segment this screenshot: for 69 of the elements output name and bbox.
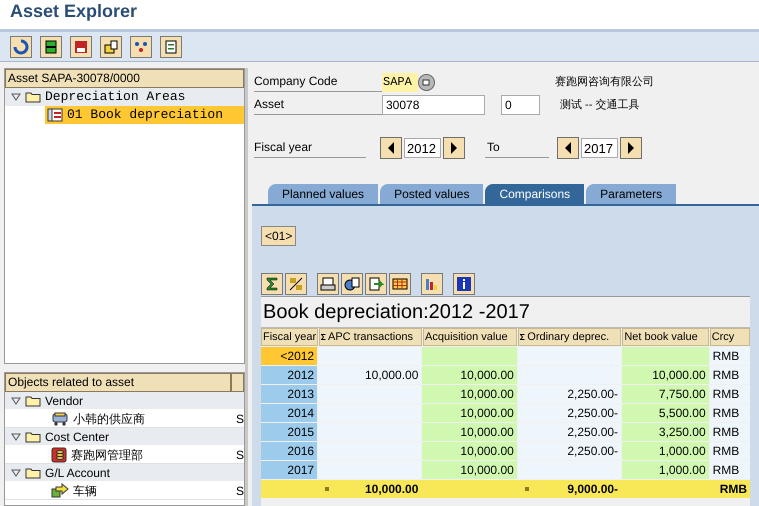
tree-node[interactable]: Vendor [5, 392, 244, 410]
table-cell: RMB [710, 404, 750, 422]
table-cell[interactable]: <2012 [261, 347, 318, 365]
table-cell: 1,000.00 [622, 461, 709, 479]
column-header[interactable]: Net book value [622, 328, 709, 346]
field-label: Fiscal year [254, 138, 366, 158]
tree-cell-text: S [234, 446, 244, 464]
table-cell: RMB [710, 423, 750, 441]
tree-header: Asset SAPA-30078/0000 [5, 69, 244, 88]
tab[interactable]: Comparisons [485, 184, 584, 204]
table-cell: 10,000.00 [422, 404, 517, 422]
table-cell: RMB [710, 442, 750, 460]
from-year-field[interactable]: 2012 [404, 138, 441, 158]
table-cell[interactable]: 2014 [261, 404, 318, 422]
asset-description: 测试 -- 交通工具 [560, 98, 640, 113]
report-title: Book depreciation:2012 -2017 [262, 300, 531, 325]
table-cell: 10,000.00 [622, 366, 709, 384]
table-cell: RMB [710, 366, 750, 384]
tab[interactable]: Parameters [586, 184, 676, 204]
table-cell: RMB [710, 385, 750, 403]
sub-number-field[interactable]: 0 [501, 95, 540, 115]
table-cell: 7,750.00 [622, 385, 709, 403]
table-cell: 1,000.00 [622, 442, 709, 460]
company-code-field[interactable]: SAPA [382, 72, 418, 92]
table-cell[interactable]: 2013 [261, 385, 318, 403]
total-cell-text: 9,000.00- [567, 481, 618, 498]
tree-item[interactable]: 车辆 [5, 482, 230, 500]
window-title: Asset Explorer [10, 0, 138, 23]
area-button[interactable]: <01> [261, 226, 296, 246]
column-header[interactable]: Crcy [710, 328, 750, 346]
table-cell: 2,250.00- [518, 385, 622, 403]
to-year-field[interactable]: 2017 [581, 138, 618, 158]
table-cell: RMB [710, 347, 750, 365]
tab[interactable]: Planned values [268, 184, 378, 204]
table-cell: 10,000.00 [422, 461, 517, 479]
table-cell: 2,250.00- [518, 404, 622, 422]
tab[interactable]: Posted values [380, 184, 484, 204]
table-cell: 10,000.00 [422, 442, 517, 460]
tree-header: Objects related to asset [5, 373, 231, 392]
tree-item[interactable]: 小韩的供应商 [5, 410, 230, 428]
column-header[interactable]: Acquisition value [423, 328, 518, 346]
table-cell: 2,250.00- [518, 442, 622, 460]
table-cell[interactable]: 2012 [261, 366, 318, 384]
field-label: To [485, 138, 549, 158]
table-cell: 10,000.00 [422, 385, 517, 403]
table-cell: 10,000.00 [422, 423, 517, 441]
column-header[interactable]: Fiscal year [261, 328, 318, 346]
total-cell-text: 10,000.00 [364, 481, 418, 498]
column-header[interactable]: APC transactions [319, 328, 422, 346]
table-cell: 10,000.00 [422, 366, 517, 384]
table-cell: RMB [710, 461, 750, 479]
asset-field[interactable]: 30078 [382, 95, 485, 115]
tree-cell-text: S [234, 410, 244, 428]
table-cell[interactable]: 2016 [261, 442, 318, 460]
table-cell: 5,500.00 [622, 404, 709, 422]
table-cell: 3,250.00 [622, 423, 709, 441]
table-cell: 10,000.00 [318, 366, 422, 384]
column-header[interactable]: Ordinary deprec. [518, 328, 622, 346]
tree-item[interactable]: 01 Book depreciation [45, 106, 244, 124]
table-cell[interactable]: 2015 [261, 423, 318, 441]
table-cell: 2,250.00- [518, 423, 622, 441]
tree-node[interactable]: Depreciation Areas [5, 88, 244, 106]
table-cell[interactable]: 2017 [261, 461, 318, 479]
tree-item[interactable]: 赛跑网管理部 [5, 446, 230, 464]
tree-node[interactable]: G/L Account [5, 464, 244, 482]
total-cell-text: RMB [720, 481, 748, 498]
tree-node[interactable]: Cost Center [5, 428, 244, 446]
tree-cell-text: S [234, 482, 244, 500]
company-name: 赛跑网咨询有限公司 [555, 74, 654, 90]
